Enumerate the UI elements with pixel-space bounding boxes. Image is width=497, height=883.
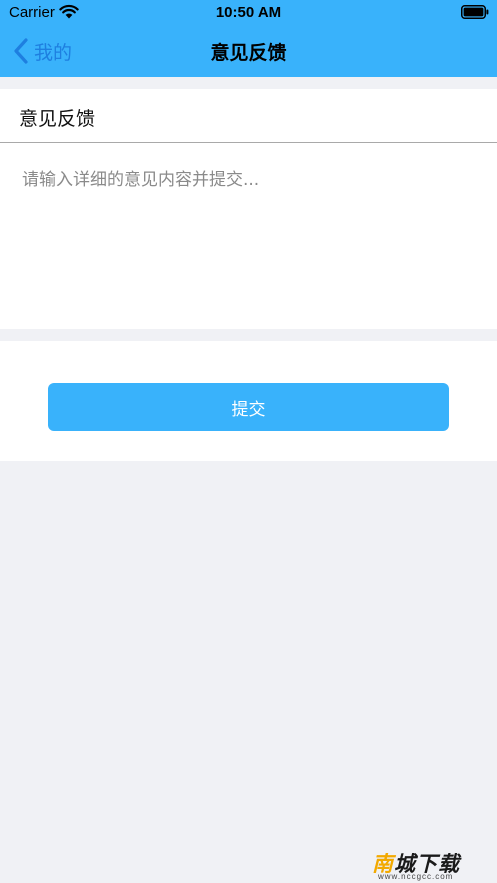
feedback-textarea[interactable] — [14, 157, 484, 317]
battery-icon — [461, 5, 489, 19]
status-time: 10:50 AM — [215, 4, 282, 21]
section-divider — [0, 142, 497, 143]
navigation-bar: 我的 意见反馈 — [0, 28, 497, 74]
page-title: 意见反馈 — [210, 42, 287, 64]
watermark-logo: 南城下载 www.nccgcc.com — [372, 848, 490, 881]
status-bar: Carrier 10:50 AM — [0, 0, 497, 26]
app-header: Carrier 10:50 AM 我的 意见反馈 — [0, 0, 497, 77]
feedback-form-section: 意见反馈 — [0, 89, 497, 329]
watermark-url: www.nccgcc.com — [378, 872, 454, 881]
feedback-section-title: 意见反馈 — [19, 108, 96, 130]
submit-section: 提交 — [0, 341, 497, 461]
submit-button[interactable]: 提交 — [48, 383, 449, 431]
